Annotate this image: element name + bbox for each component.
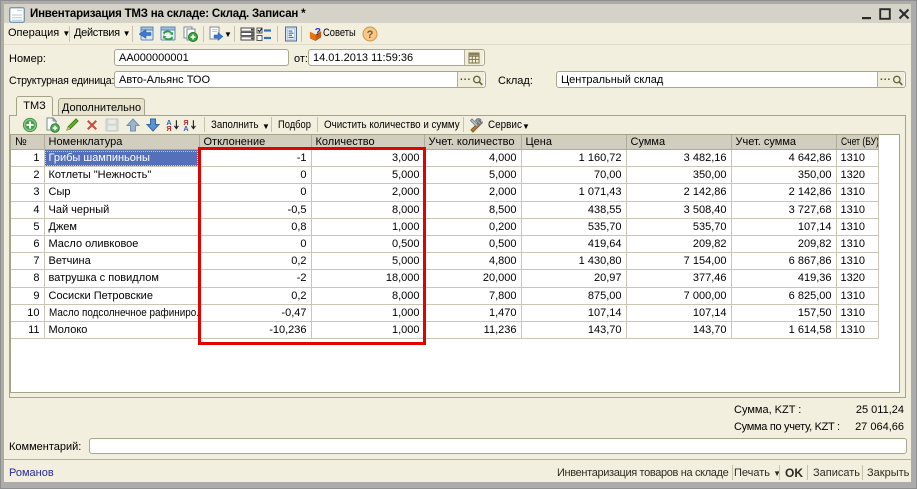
svg-text:Я: Я bbox=[166, 124, 171, 133]
svg-text:?: ? bbox=[367, 29, 374, 41]
svg-text:?: ? bbox=[315, 27, 321, 38]
svg-text:А: А bbox=[183, 124, 188, 133]
